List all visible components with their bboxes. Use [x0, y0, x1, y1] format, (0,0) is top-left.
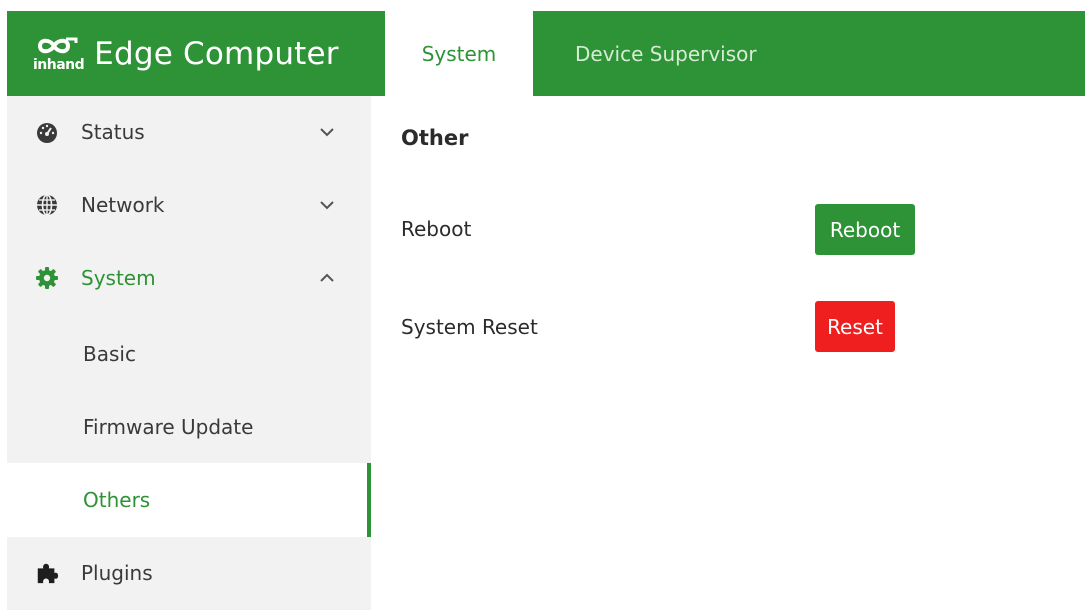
sidebar-item-status[interactable]: Status: [7, 102, 371, 162]
gear-icon: [35, 266, 59, 290]
infinity-logo-icon: [37, 37, 78, 54]
inhand-logo: inhand: [33, 35, 85, 73]
brand[interactable]: inhand Edge Computer: [7, 11, 385, 96]
sidebar-subitem-others[interactable]: Others: [7, 463, 371, 537]
chevron-up-icon[interactable]: [317, 268, 337, 288]
puzzle-icon: [35, 561, 59, 585]
sidebar-item-plugins[interactable]: Plugins: [7, 543, 371, 603]
sidebar: Status Network System Basic Firmware Upd…: [7, 96, 371, 610]
sidebar-item-network[interactable]: Network: [7, 175, 371, 235]
tab-system[interactable]: System: [385, 11, 533, 96]
dashboard-icon: [35, 120, 59, 144]
reset-button[interactable]: Reset: [815, 301, 895, 352]
sidebar-item-label: Network: [81, 193, 165, 217]
system-reset-label: System Reset: [401, 315, 538, 339]
sidebar-subitem-label: Firmware Update: [83, 415, 254, 439]
section-title: Other: [401, 126, 469, 150]
sidebar-item-label: Plugins: [81, 561, 153, 585]
chevron-down-icon[interactable]: [317, 195, 337, 215]
globe-icon: [35, 193, 59, 217]
tab-device-supervisor[interactable]: Device Supervisor: [533, 11, 781, 96]
sidebar-subitem-label: Others: [83, 488, 151, 512]
reboot-label: Reboot: [401, 217, 472, 241]
main-content: Other Reboot Reboot System Reset Reset: [371, 96, 1085, 610]
reboot-button[interactable]: Reboot: [815, 204, 915, 255]
sidebar-item-label: System: [81, 266, 156, 290]
sidebar-item-system[interactable]: System: [7, 248, 371, 308]
app-title: Edge Computer: [94, 35, 339, 72]
sidebar-subitem-firmware-update[interactable]: Firmware Update: [7, 391, 371, 463]
sidebar-subitem-label: Basic: [83, 342, 136, 366]
chevron-down-icon[interactable]: [317, 122, 337, 142]
sidebar-subitem-basic[interactable]: Basic: [7, 318, 371, 390]
sidebar-item-label: Status: [81, 120, 145, 144]
top-navigation-bar: inhand Edge Computer System Device Super…: [7, 11, 1085, 96]
logo-wordmark: inhand: [33, 57, 85, 73]
